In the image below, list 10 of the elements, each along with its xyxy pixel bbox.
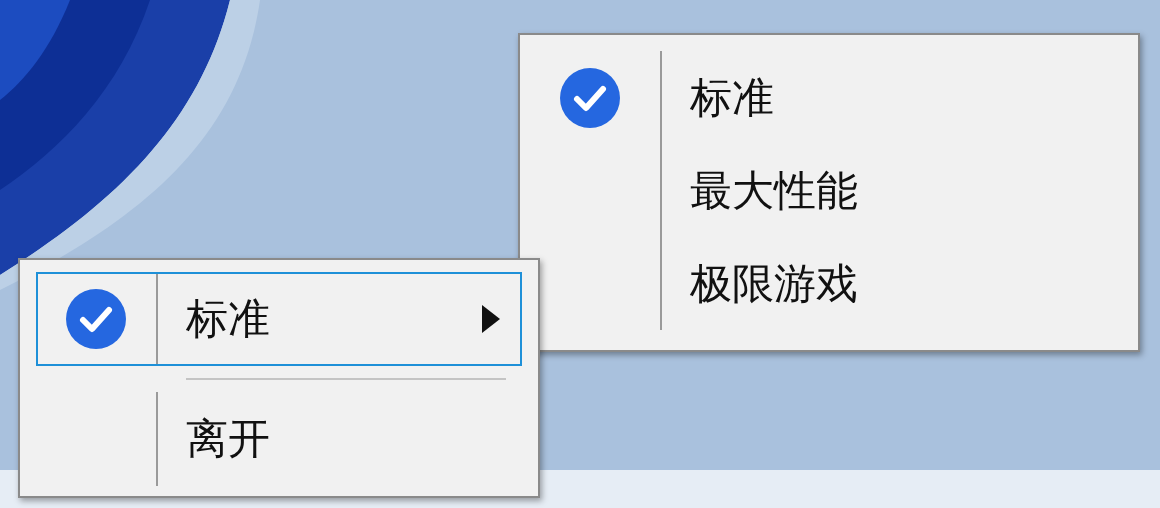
menu-item-label: 极限游戏 xyxy=(689,257,859,310)
menu-item[interactable]: 离开 xyxy=(36,392,522,486)
menu-item[interactable]: 标准 xyxy=(520,51,1138,144)
menu-item[interactable]: 最大性能 xyxy=(520,144,1138,237)
menu-item-label: 标准 xyxy=(185,293,271,345)
menu-item-label: 最大性能 xyxy=(689,164,859,217)
submenu-arrow-icon xyxy=(482,305,500,333)
menu-item-label: 离开 xyxy=(185,413,271,465)
menu-item-label: 标准 xyxy=(689,71,775,124)
menu-item[interactable]: 标准 xyxy=(36,272,522,366)
